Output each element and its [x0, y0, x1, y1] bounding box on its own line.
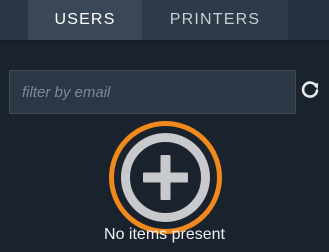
tab-bar-spacer-right — [288, 0, 329, 40]
tab-users[interactable]: USERS — [28, 0, 142, 40]
empty-state-message: No items present — [104, 226, 225, 243]
users-printers-panel: USERS PRINTERS No items present — [0, 0, 329, 252]
tab-bar-spacer-left — [0, 0, 28, 40]
filter-email-input[interactable] — [9, 70, 296, 114]
add-circle-icon — [109, 121, 222, 234]
refresh-button[interactable] — [299, 79, 321, 101]
tab-bar: USERS PRINTERS — [0, 0, 329, 41]
refresh-icon — [301, 81, 319, 98]
add-item-button[interactable] — [108, 120, 223, 235]
tab-printers[interactable]: PRINTERS — [142, 0, 288, 40]
